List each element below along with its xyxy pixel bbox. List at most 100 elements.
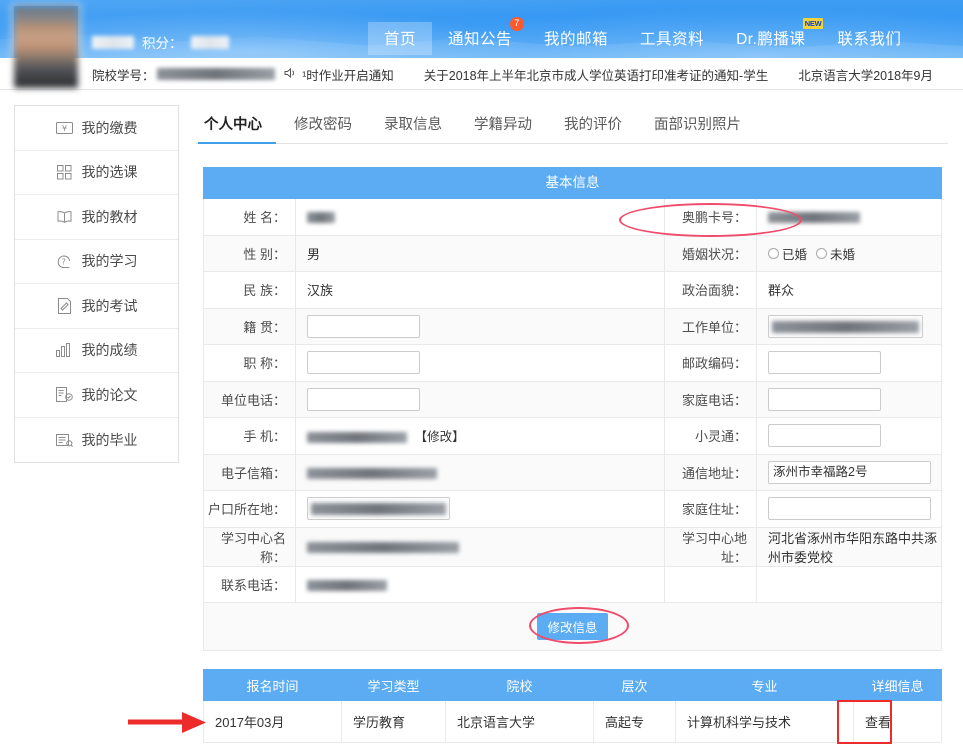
nav-item-contact-us[interactable]: 联系我们 <box>821 22 917 55</box>
tab-admission-info[interactable]: 录取信息 <box>368 113 458 143</box>
notice-link-2[interactable]: 关于2018年上半年北京市成人学位英语打印准考证的通知-学生 <box>424 65 768 84</box>
radio-married[interactable] <box>768 248 779 259</box>
tab-label: 面部识别照片 <box>654 117 741 133</box>
notice-link-1[interactable]: ¹时作业开启通知 <box>302 65 394 84</box>
nav-item-mailbox[interactable]: 我的邮箱 <box>528 22 624 55</box>
unit-phone-input[interactable] <box>307 388 420 411</box>
tab-face-recognition-photo[interactable]: 面部识别照片 <box>638 113 757 143</box>
mail-address-input[interactable]: 涿州市幸福路2号 <box>768 461 931 484</box>
nav-label: 通知公告 <box>448 31 512 48</box>
basic-info-table: 基本信息 姓 名： 奥鹏卡号： 性 别： 男 婚姻状况： 已婚 未婚 <box>203 167 942 651</box>
mobile-edit-link[interactable]: 【修改】 <box>415 430 465 444</box>
label-postcode: 邮政编码： <box>665 345 757 382</box>
value-name <box>296 199 665 236</box>
table-row: 2017年03月 学历教育 北京语言大学 高起专 计算机科学与技术 查看 <box>204 701 942 743</box>
title-rank-input[interactable] <box>307 351 420 374</box>
radio-unmarried-label: 未婚 <box>830 244 855 263</box>
sidebar-item-thesis[interactable]: 我的论文 <box>15 373 178 418</box>
radio-unmarried[interactable] <box>816 248 827 259</box>
sidebar-item-textbooks[interactable]: 我的教材 <box>15 195 178 240</box>
cell-major: 计算机科学与技术 <box>676 701 854 743</box>
notice-link-3[interactable]: 北京语言大学2018年9月 <box>798 65 933 84</box>
contact-phone-redacted <box>307 580 387 591</box>
sidebar-item-grades[interactable]: 我的成绩 <box>15 329 178 374</box>
tab-change-password[interactable]: 修改密码 <box>278 113 368 143</box>
table-row: 联系电话： <box>204 566 942 603</box>
bar-chart-icon <box>56 342 73 359</box>
document-check-icon <box>56 386 73 403</box>
sidebar-item-exams[interactable]: 我的考试 <box>15 284 178 329</box>
value-center-name <box>296 527 665 566</box>
label-home-phone: 家庭电话： <box>665 381 757 418</box>
value-unit-phone <box>296 381 665 418</box>
label-political: 政治面貌： <box>665 272 757 309</box>
work-unit-value-redacted <box>772 321 919 333</box>
head-question-icon: ? <box>56 253 73 270</box>
label-home-address: 家庭住址： <box>665 491 757 528</box>
mobile-redacted <box>307 432 407 443</box>
household-input[interactable] <box>307 497 450 520</box>
cell-time: 2017年03月 <box>204 701 342 743</box>
name-redacted <box>307 212 335 223</box>
cell-school: 北京语言大学 <box>446 701 594 743</box>
value-native-place <box>296 308 665 345</box>
pas-input[interactable] <box>768 424 881 447</box>
label-email: 电子信箱： <box>204 454 296 491</box>
cell-type: 学历教育 <box>342 701 446 743</box>
view-detail-link[interactable]: 查看 <box>854 701 942 743</box>
sidebar-item-course-selection[interactable]: 我的选课 <box>15 151 178 196</box>
table-row: 手 机： 【修改】 小灵通： <box>204 418 942 455</box>
native-place-input[interactable] <box>307 315 420 338</box>
card-no-redacted <box>768 212 860 223</box>
label-title-rank: 职 称： <box>204 345 296 382</box>
nav-item-dr-peng-class[interactable]: Dr.鹏播课 NEW <box>720 22 821 55</box>
school-id-label: 院校学号： <box>92 65 155 84</box>
value-work-unit <box>757 308 942 345</box>
postcode-input[interactable] <box>768 351 881 374</box>
value-mobile: 【修改】 <box>296 418 665 455</box>
value-political: 群众 <box>757 272 942 309</box>
enrollment-table: 报名时间 学习类型 院校 层次 专业 详细信息 2017年03月 学历教育 北京… <box>203 669 942 743</box>
value-card-no <box>757 199 942 236</box>
nav-label: Dr.鹏播课 <box>736 31 805 48</box>
value-contact-phone <box>296 566 665 603</box>
work-unit-input[interactable] <box>768 315 923 338</box>
column-header-detail: 详细信息 <box>854 670 942 701</box>
label-center-name: 学习中心名称： <box>204 527 296 566</box>
annotation-arrow <box>126 708 211 738</box>
grid-squares-icon <box>56 164 73 181</box>
value-mail-address: 涿州市幸福路2号 <box>757 454 942 491</box>
label-mobile: 手 机： <box>204 418 296 455</box>
table-section-header: 基本信息 <box>204 168 942 199</box>
page-root: 积分： 首页 通知公告 7 我的邮箱 工具资料 Dr.鹏播课 NEW 联系我们 … <box>0 0 963 754</box>
nav-item-notices[interactable]: 通知公告 7 <box>432 22 528 55</box>
nav-item-home[interactable]: 首页 <box>368 22 432 55</box>
banner-sky <box>0 0 963 16</box>
home-phone-input[interactable] <box>768 388 881 411</box>
value-household <box>296 491 665 528</box>
tab-label: 学籍异动 <box>474 117 532 133</box>
sidebar-item-payment[interactable]: ¥ 我的缴费 <box>15 106 178 151</box>
table-row: 户口所在地： 家庭住址： <box>204 491 942 528</box>
label-unit-phone: 单位电话： <box>204 381 296 418</box>
home-address-input[interactable] <box>768 497 931 520</box>
modify-info-button[interactable]: 修改信息 <box>537 613 607 640</box>
submit-cell: 修改信息 <box>204 603 942 651</box>
basic-info-title: 基本信息 <box>204 168 942 199</box>
sidebar-item-study[interactable]: ? 我的学习 <box>15 240 178 285</box>
value-pas <box>757 418 942 455</box>
school-id-value-redacted <box>157 68 275 80</box>
left-sidebar: ¥ 我的缴费 我的选课 我的教材 ? 我的学习 我的考试 <box>14 105 179 463</box>
tab-personal-center[interactable]: 个人中心 <box>196 113 278 143</box>
label-work-unit: 工作单位： <box>665 308 757 345</box>
sidebar-item-label: 我的学习 <box>82 251 138 271</box>
tab-my-evaluation[interactable]: 我的评价 <box>548 113 638 143</box>
sidebar-item-graduation[interactable]: 我的毕业 <box>15 418 178 463</box>
label-household: 户口所在地： <box>204 491 296 528</box>
avatar[interactable] <box>14 6 78 88</box>
tab-status-change[interactable]: 学籍异动 <box>458 113 548 143</box>
username-redacted <box>92 36 134 49</box>
value-postcode <box>757 345 942 382</box>
center-name-redacted <box>307 542 459 553</box>
nav-item-tools[interactable]: 工具资料 <box>624 22 720 55</box>
